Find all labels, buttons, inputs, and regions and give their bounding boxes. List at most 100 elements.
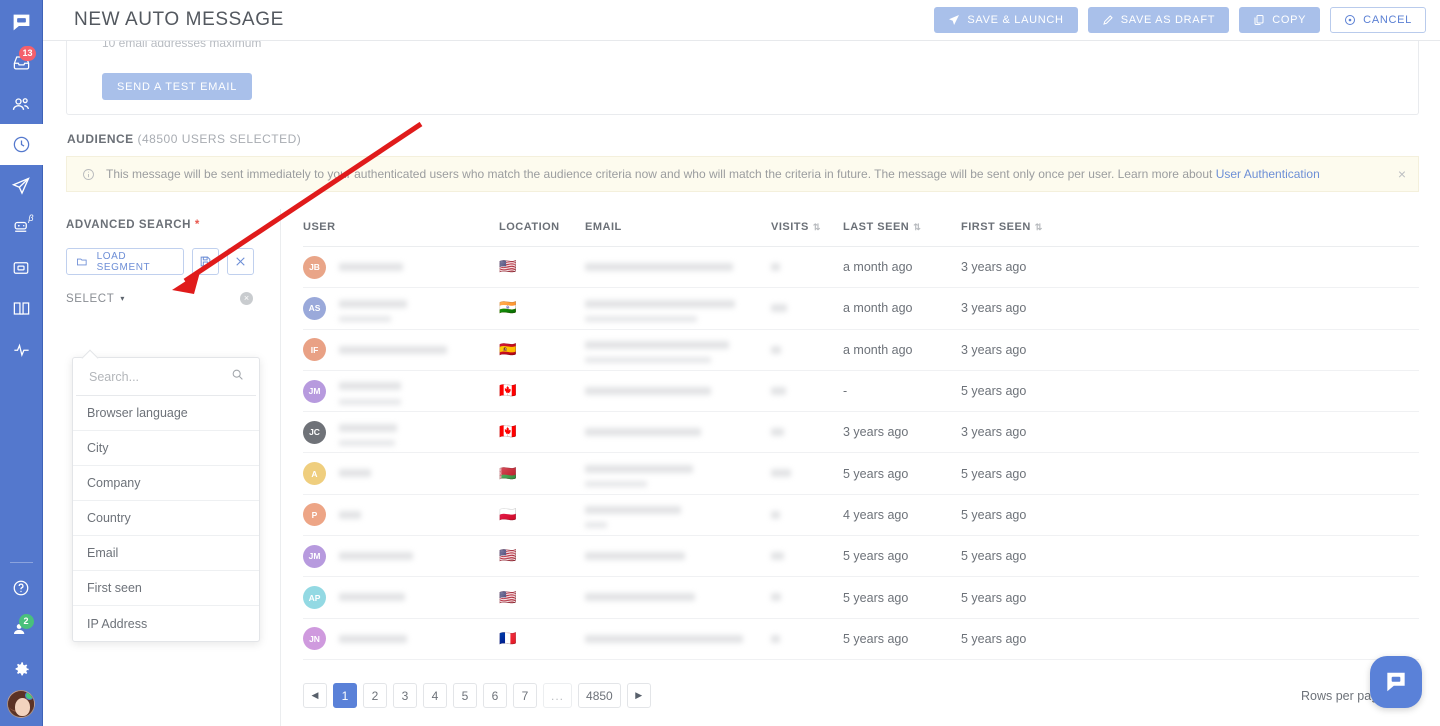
- page-button-4[interactable]: 4: [423, 683, 447, 708]
- sort-icon-first-seen[interactable]: ⇅: [1035, 222, 1043, 232]
- table-row[interactable]: JB 🇺🇸 a month ago 3 years ago: [303, 246, 1419, 289]
- table-row[interactable]: AP 🇺🇸 5 years ago 5 years ago: [303, 576, 1419, 619]
- col-user-label: USER: [303, 221, 336, 233]
- page-title: NEW AUTO MESSAGE: [74, 9, 284, 30]
- sidebar-item-users[interactable]: [0, 83, 43, 124]
- sort-icon-last-seen[interactable]: ⇅: [913, 222, 921, 232]
- page-button-2[interactable]: 2: [363, 683, 387, 708]
- user-email: [585, 295, 771, 322]
- cell-location: 🇧🇾: [499, 452, 585, 495]
- cell-last-seen: 4 years ago: [843, 494, 961, 537]
- country-flag-icon: 🇺🇸: [499, 258, 517, 275]
- inbox-badge: 13: [19, 46, 36, 61]
- sidebar-item-teammates[interactable]: 2: [0, 608, 43, 649]
- page-button-7[interactable]: 7: [513, 683, 537, 708]
- user-name: [339, 547, 413, 565]
- select-clear-icon[interactable]: ×: [240, 292, 253, 305]
- select-dropdown-trigger[interactable]: SELECT ▾: [66, 293, 125, 305]
- cell-visits: [771, 370, 843, 413]
- banner-close-icon[interactable]: ×: [1398, 167, 1406, 181]
- table-row[interactable]: JM 🇨🇦 - 5 years ago: [303, 370, 1419, 413]
- user-name-blur: [339, 345, 447, 354]
- cell-email: [585, 494, 771, 537]
- copy-label: COPY: [1272, 14, 1307, 26]
- app-logo[interactable]: [0, 2, 43, 42]
- cell-user: JN: [303, 618, 499, 660]
- cell-user: AP: [303, 576, 499, 619]
- dropdown-option-browser-language[interactable]: Browser language: [73, 396, 259, 431]
- page-next-button[interactable]: ▶: [626, 683, 651, 708]
- dropdown-option-first-seen[interactable]: First seen: [73, 571, 259, 606]
- table-body: JB 🇺🇸 a month ago 3 years ago AS 🇮🇳 a mo…: [303, 246, 1419, 660]
- sidebar-item-knowledge[interactable]: [0, 288, 43, 329]
- cell-location: 🇪🇸: [499, 329, 585, 371]
- user-avatar[interactable]: [7, 690, 35, 718]
- dropdown-option-company[interactable]: Company: [73, 466, 259, 501]
- col-header-first-seen[interactable]: FIRST SEEN ⇅: [961, 209, 1419, 247]
- dropdown-option-city[interactable]: City: [73, 431, 259, 466]
- avatar: P: [303, 503, 326, 527]
- page-button-1[interactable]: 1: [333, 683, 357, 708]
- first-seen-value: 3 years ago: [961, 342, 1027, 357]
- dropdown-option-ip-address[interactable]: IP Address: [73, 606, 259, 641]
- table-row[interactable]: P 🇵🇱 4 years ago 5 years ago: [303, 494, 1419, 537]
- last-seen-value: 5 years ago: [843, 631, 909, 646]
- cell-visits: [771, 411, 843, 454]
- user-name-blur: [339, 634, 407, 643]
- col-header-last-seen[interactable]: LAST SEEN ⇅: [843, 209, 961, 247]
- page-button-3[interactable]: 3: [393, 683, 417, 708]
- sidebar-item-campaigns[interactable]: [0, 124, 43, 165]
- sidebar-item-settings[interactable]: [0, 649, 43, 690]
- page-button-5[interactable]: 5: [453, 683, 477, 708]
- clear-segment-button[interactable]: [227, 248, 254, 275]
- dropdown-search-input[interactable]: [76, 369, 216, 384]
- sidebar-item-help[interactable]: [0, 567, 43, 608]
- chat-launcher-button[interactable]: [1370, 656, 1422, 708]
- sidebar-item-messages[interactable]: [0, 165, 43, 206]
- clock-icon: [13, 136, 29, 153]
- user-name-blur-2: [339, 315, 391, 322]
- visits-blur: [771, 469, 791, 478]
- user-authentication-link[interactable]: User Authentication: [1216, 167, 1320, 181]
- cell-visits: [771, 576, 843, 619]
- table-row[interactable]: A 🇧🇾 5 years ago 5 years ago: [303, 452, 1419, 495]
- user-email-blur-2: [585, 481, 647, 488]
- table-row[interactable]: JM 🇺🇸 5 years ago 5 years ago: [303, 535, 1419, 578]
- save-segment-button[interactable]: [192, 248, 219, 275]
- card-icon: [13, 261, 29, 274]
- table-row[interactable]: JN 🇫🇷 5 years ago 5 years ago: [303, 618, 1419, 660]
- dropdown-option-email[interactable]: Email: [73, 536, 259, 571]
- last-seen-value: 5 years ago: [843, 466, 909, 481]
- table-row[interactable]: AS 🇮🇳 a month ago 3 years ago: [303, 287, 1419, 330]
- dropdown-option-country[interactable]: Country: [73, 501, 259, 536]
- last-seen-value: 5 years ago: [843, 549, 909, 564]
- sidebar-item-reports[interactable]: [0, 329, 43, 370]
- load-segment-button[interactable]: LOAD SEGMENT: [66, 248, 184, 275]
- copy-button[interactable]: COPY: [1239, 7, 1321, 33]
- table-row[interactable]: IF 🇪🇸 a month ago 3 years ago: [303, 329, 1419, 371]
- select-row: SELECT ▾ ×: [66, 292, 253, 305]
- visits-blur: [771, 428, 784, 437]
- page-button-6[interactable]: 6: [483, 683, 507, 708]
- sort-icon-visits[interactable]: ⇅: [813, 222, 821, 232]
- send-test-email-button[interactable]: SEND A TEST EMAIL: [102, 73, 253, 100]
- col-header-visits[interactable]: VISITS ⇅: [771, 209, 843, 247]
- save-and-launch-button[interactable]: SAVE & LAUNCH: [934, 7, 1078, 33]
- save-as-draft-button[interactable]: SAVE AS DRAFT: [1087, 7, 1230, 33]
- user-name: [339, 258, 403, 276]
- user-email-blur: [585, 428, 701, 437]
- sidebar-item-inbox[interactable]: 13: [0, 42, 43, 83]
- avatar: JM: [303, 379, 326, 403]
- sidebar-item-bots[interactable]: β: [0, 206, 43, 247]
- cell-last-seen: 5 years ago: [843, 535, 961, 578]
- people-icon: [12, 97, 29, 110]
- country-flag-icon: 🇺🇸: [499, 588, 517, 605]
- advanced-search-panel: ADVANCED SEARCH * LOAD SEGMENT SELECT ▾ …: [66, 209, 281, 726]
- avatar-online-dot: [25, 691, 34, 700]
- page-prev-button[interactable]: ◀: [303, 683, 327, 708]
- country-flag-icon: 🇨🇦: [499, 382, 517, 399]
- cancel-button[interactable]: CANCEL: [1330, 7, 1426, 33]
- page-last-button[interactable]: 4850: [578, 683, 621, 708]
- table-row[interactable]: JC 🇨🇦 3 years ago 3 years ago: [303, 411, 1419, 454]
- sidebar-item-cards[interactable]: [0, 247, 43, 288]
